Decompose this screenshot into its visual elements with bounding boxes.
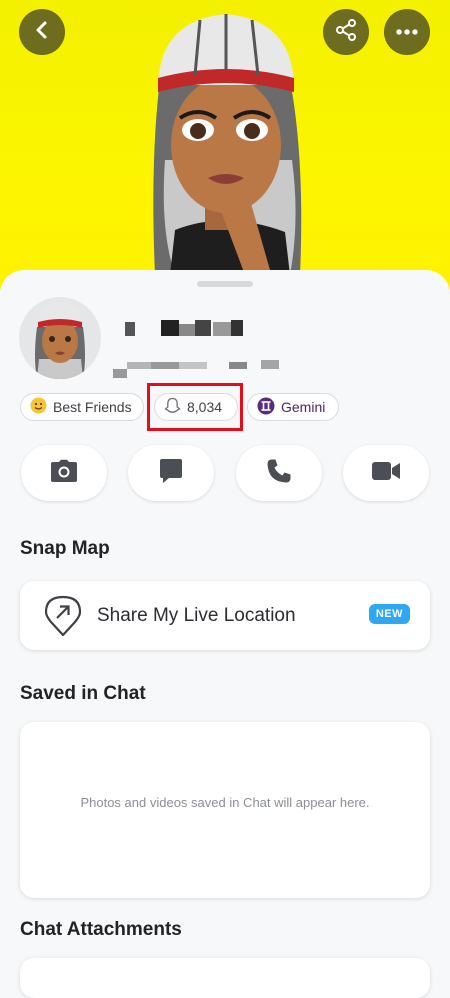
- chevron-left-icon: [32, 20, 52, 45]
- share-live-location-card[interactable]: Share My Live Location NEW: [20, 581, 430, 650]
- gemini-zodiac-icon: [257, 397, 275, 418]
- zodiac-label: Gemini: [281, 399, 326, 415]
- highlight-box: [147, 383, 243, 431]
- video-icon: [371, 460, 401, 487]
- best-friends-chip[interactable]: Best Friends: [20, 393, 144, 421]
- best-friends-label: Best Friends: [53, 399, 132, 415]
- location-arrow-icon: [44, 595, 82, 642]
- sheet-grabber[interactable]: [197, 281, 253, 287]
- video-call-button[interactable]: [343, 445, 429, 501]
- more-options-button[interactable]: [384, 9, 430, 55]
- chat-attachments-card[interactable]: [20, 958, 430, 998]
- bitmoji-avatar-icon: [35, 301, 85, 379]
- back-button[interactable]: [19, 9, 65, 55]
- profile-sheet: Best Friends 8,034 Gemini Snap Map Share…: [0, 270, 450, 998]
- snap-map-title: Snap Map: [20, 538, 110, 559]
- smile-emoji-icon: [30, 397, 47, 417]
- avatar[interactable]: [19, 297, 101, 379]
- call-button[interactable]: [236, 445, 322, 501]
- saved-empty-text: Photos and videos saved in Chat will app…: [80, 795, 370, 810]
- chat-icon: [159, 458, 183, 489]
- zodiac-chip[interactable]: Gemini: [247, 393, 339, 421]
- share-live-location-label: Share My Live Location: [97, 605, 296, 626]
- more-horizontal-icon: [395, 23, 419, 41]
- phone-icon: [266, 458, 292, 489]
- share-button[interactable]: [323, 9, 369, 55]
- camera-icon: [50, 459, 78, 488]
- bitmoji-hero: [0, 0, 450, 290]
- saved-in-chat-card: Photos and videos saved in Chat will app…: [20, 722, 430, 898]
- new-badge: NEW: [368, 604, 410, 624]
- bitmoji-illustration: [153, 14, 302, 275]
- camera-button[interactable]: [21, 445, 107, 501]
- chat-attachments-title: Chat Attachments: [20, 919, 182, 940]
- chat-button[interactable]: [128, 445, 214, 501]
- saved-in-chat-title: Saved in Chat: [20, 683, 146, 704]
- share-icon: [334, 18, 358, 47]
